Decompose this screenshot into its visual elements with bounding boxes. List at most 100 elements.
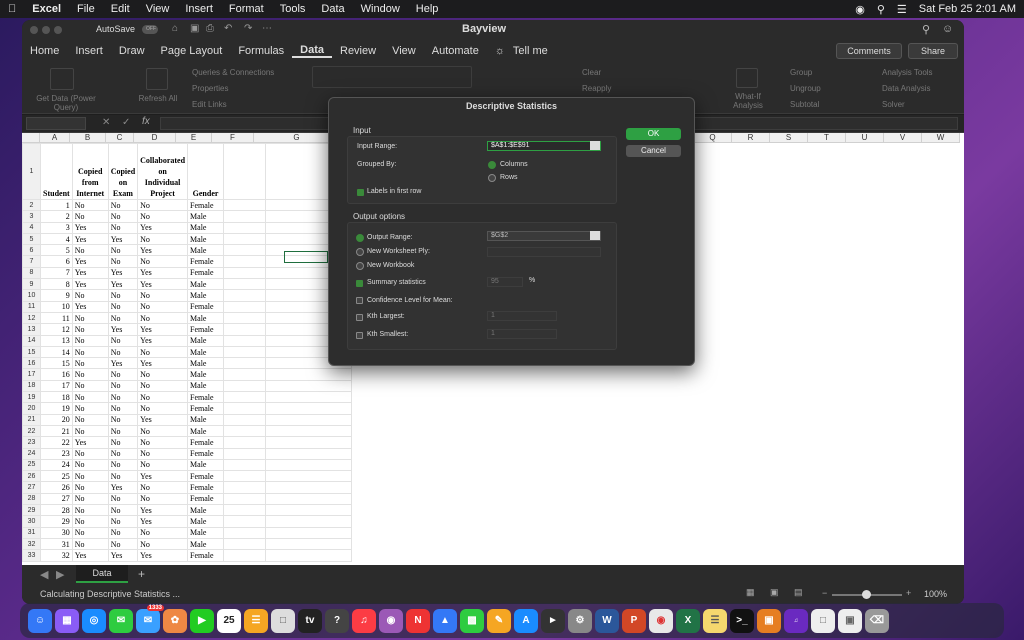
zoom-in-icon[interactable]: + [906,588,911,598]
column-title[interactable]: Student [40,143,73,200]
table-cell[interactable]: 14 [40,345,73,359]
column-header[interactable]: V [884,133,922,143]
table-cell[interactable]: 11 [40,311,73,325]
system-settings-icon[interactable]: ⚙ [568,608,592,633]
menu-insert[interactable]: Insert [177,3,221,15]
excel-icon[interactable]: X [676,608,700,633]
table-cell[interactable]: Yes [71,255,109,268]
table-row[interactable]: 27 26 No Yes No Female [22,481,353,494]
table-cell[interactable]: Female [187,300,225,313]
table-cell[interactable]: No [107,210,139,223]
sheet-tab-data[interactable]: Data [76,565,128,583]
row-header[interactable]: 18 [22,379,41,393]
labels-first-row-checkbox[interactable] [357,189,364,196]
chrome-icon[interactable]: ◉ [649,608,673,633]
output-range-field[interactable]: $G$2 [487,231,601,241]
empty-cell[interactable] [223,221,267,234]
empty-cell[interactable] [223,357,267,370]
row-header[interactable]: 31 [22,526,41,539]
powerpoint-icon[interactable]: P [622,608,646,633]
table-cell[interactable]: No [137,345,189,359]
cancel-button[interactable]: Cancel [626,145,681,157]
empty-cell[interactable] [223,345,267,359]
undo-icon[interactable]: ↶ [224,23,232,34]
table-cell[interactable]: No [107,424,139,438]
table-cell[interactable]: No [71,289,109,302]
row-header[interactable]: 30 [22,515,41,528]
minimize-window-button[interactable] [42,26,50,34]
table-cell[interactable]: No [71,379,109,393]
row-header[interactable]: 14 [22,334,41,347]
table-cell[interactable]: No [71,198,109,212]
row-header[interactable]: 22 [22,424,41,438]
table-cell[interactable]: 12 [40,323,73,336]
table-cell[interactable]: Male [187,289,225,302]
table-row[interactable]: 30 29 No No Yes Male [22,515,353,528]
column-header[interactable]: U [846,133,884,143]
table-row[interactable]: 24 23 No No No Female [22,447,353,460]
zoom-slider-thumb[interactable] [862,590,871,599]
table-cell[interactable]: Female [187,436,225,449]
table-cell[interactable]: No [137,379,189,393]
column-header[interactable]: C [106,133,134,143]
table-row[interactable]: 4 3 Yes No Yes Male [22,221,353,234]
table-row[interactable]: 18 17 No No No Male [22,379,353,393]
table-cell[interactable]: No [137,210,189,223]
table-cell[interactable]: 27 [40,492,73,506]
kth-smallest-checkbox[interactable] [356,332,363,339]
whatif-icon[interactable] [736,68,758,88]
save-icon[interactable]: ▣ [190,23,199,34]
kth-smallest-field[interactable]: 1 [487,329,557,339]
empty-cell[interactable] [265,458,353,472]
table-cell[interactable]: Yes [137,549,189,562]
table-cell[interactable]: 4 [40,232,73,246]
table-cell[interactable]: 16 [40,368,73,381]
comments-button[interactable]: Comments [836,43,902,59]
tab-formulas[interactable]: Formulas [230,45,292,57]
table-cell[interactable]: 19 [40,402,73,415]
empty-cell[interactable] [265,424,353,438]
close-window-button[interactable] [30,26,38,34]
row-header[interactable]: 33 [22,549,41,562]
table-cell[interactable]: Yes [71,221,109,234]
table-cell[interactable]: 10 [40,300,73,313]
table-cell[interactable]: Yes [137,470,189,483]
document-icon[interactable]: □ [811,608,835,633]
data-table[interactable]: 1 Student Copied from Internet Copied on Ex… [22,143,353,562]
row-header[interactable]: 20 [22,402,41,415]
column-header[interactable]: F [212,133,254,143]
table-cell[interactable]: Male [187,504,225,517]
terminal-icon[interactable]: >_ [730,608,754,633]
table-cell[interactable]: No [107,300,139,313]
table-cell[interactable]: 25 [40,470,73,483]
table-row[interactable]: 10 9 No No No Male [22,289,353,302]
control-center-icon[interactable]: ☰ [897,3,907,16]
table-cell[interactable]: No [137,255,189,268]
empty-cell[interactable] [265,413,353,426]
terminal-app-icon[interactable]: ► [541,608,565,633]
empty-cell[interactable] [223,255,267,268]
column-header[interactable]: W [922,133,960,143]
empty-cell[interactable] [223,210,267,223]
table-cell[interactable]: Yes [137,504,189,517]
empty-cell[interactable] [265,368,353,381]
print-icon[interactable]: ⎙ [206,23,214,34]
table-cell[interactable]: 5 [40,244,73,257]
row-header[interactable]: 25 [22,458,41,472]
table-cell[interactable]: 31 [40,537,73,551]
empty-cell[interactable] [223,436,267,449]
table-cell[interactable]: Yes [137,515,189,528]
table-row[interactable]: 13 12 No Yes Yes Female [22,323,353,336]
table-cell[interactable]: Male [187,357,225,370]
table-cell[interactable]: No [137,447,189,460]
table-cell[interactable]: Yes [71,266,109,280]
table-cell[interactable]: No [107,311,139,325]
menu-app-name[interactable]: Excel [24,3,69,15]
table-cell[interactable]: Female [187,266,225,280]
table-row[interactable]: 21 20 No No Yes Male [22,413,353,426]
messages-icon[interactable]: ✉ [109,608,133,633]
empty-cell[interactable] [265,549,353,562]
table-cell[interactable]: 13 [40,334,73,347]
empty-cell[interactable] [223,481,267,494]
columns-radio[interactable] [488,161,496,169]
